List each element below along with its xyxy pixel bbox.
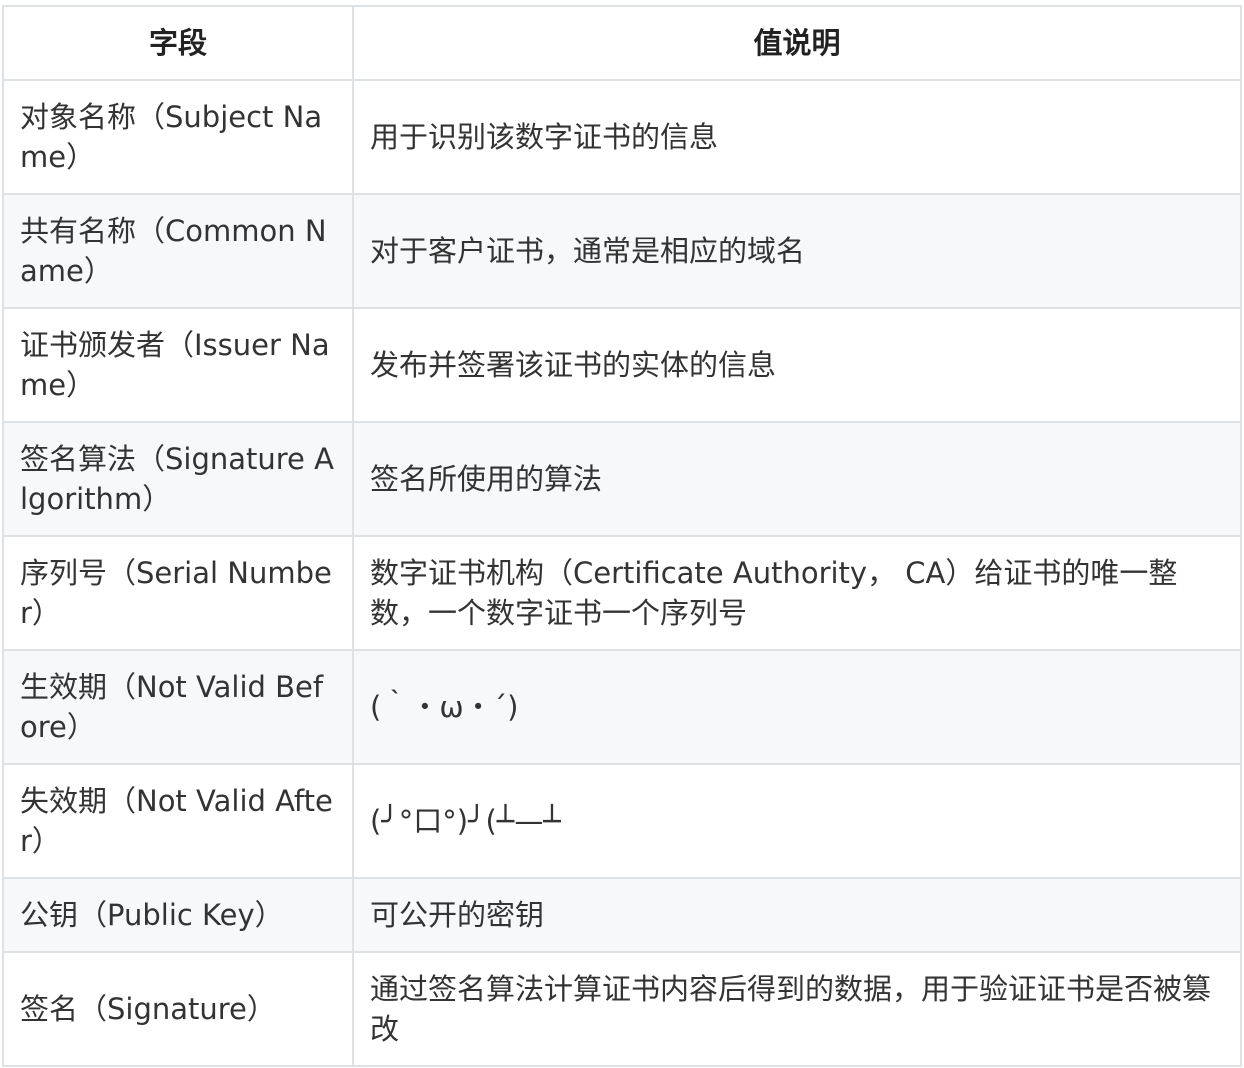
field-cell: 失效期（Not Valid After） [2,763,354,879]
field-cell: 证书颁发者（Issuer Name） [2,307,354,423]
header-field: 字段 [2,5,354,81]
table-header: 字段 值说明 [2,5,1242,81]
field-cell: 签名算法（Signature Algorithm） [2,421,354,537]
table-row: 对象名称（Subject Name） 用于识别该数字证书的信息 [2,79,1242,195]
header-row: 字段 值说明 [2,5,1242,81]
table-row: 生效期（Not Valid Before） (｀・ω・´) [2,649,1242,765]
description-cell: 发布并签署该证书的实体的信息 [352,307,1242,423]
table-row: 序列号（Serial Number） 数字证书机构（Certificate Au… [2,535,1242,651]
table-row: 签名算法（Signature Algorithm） 签名所使用的算法 [2,421,1242,537]
table-row: 共有名称（Common Name） 对于客户证书，通常是相应的域名 [2,193,1242,309]
description-cell: 用于识别该数字证书的信息 [352,79,1242,195]
description-cell: (╯°口°)╯(┴—┴ [352,763,1242,879]
field-cell: 公钥（Public Key） [2,877,354,953]
description-cell: 通过签名算法计算证书内容后得到的数据，用于验证证书是否被篡改 [352,951,1242,1067]
table-row: 证书颁发者（Issuer Name） 发布并签署该证书的实体的信息 [2,307,1242,423]
description-cell: 签名所使用的算法 [352,421,1242,537]
field-cell: 序列号（Serial Number） [2,535,354,651]
field-cell: 对象名称（Subject Name） [2,79,354,195]
description-cell: 对于客户证书，通常是相应的域名 [352,193,1242,309]
table-body: 对象名称（Subject Name） 用于识别该数字证书的信息 共有名称（Com… [2,79,1242,1067]
field-cell: 共有名称（Common Name） [2,193,354,309]
description-cell: 可公开的密钥 [352,877,1242,953]
header-description: 值说明 [352,5,1242,81]
description-cell: 数字证书机构（Certificate Authority， CA）给证书的唯一整… [352,535,1242,651]
table-row: 签名（Signature） 通过签名算法计算证书内容后得到的数据，用于验证证书是… [2,951,1242,1067]
certificate-fields-table: 字段 值说明 对象名称（Subject Name） 用于识别该数字证书的信息 共… [2,5,1242,1067]
description-cell: (｀・ω・´) [352,649,1242,765]
table-row: 失效期（Not Valid After） (╯°口°)╯(┴—┴ [2,763,1242,879]
field-cell: 生效期（Not Valid Before） [2,649,354,765]
table-row: 公钥（Public Key） 可公开的密钥 [2,877,1242,953]
field-cell: 签名（Signature） [2,951,354,1067]
